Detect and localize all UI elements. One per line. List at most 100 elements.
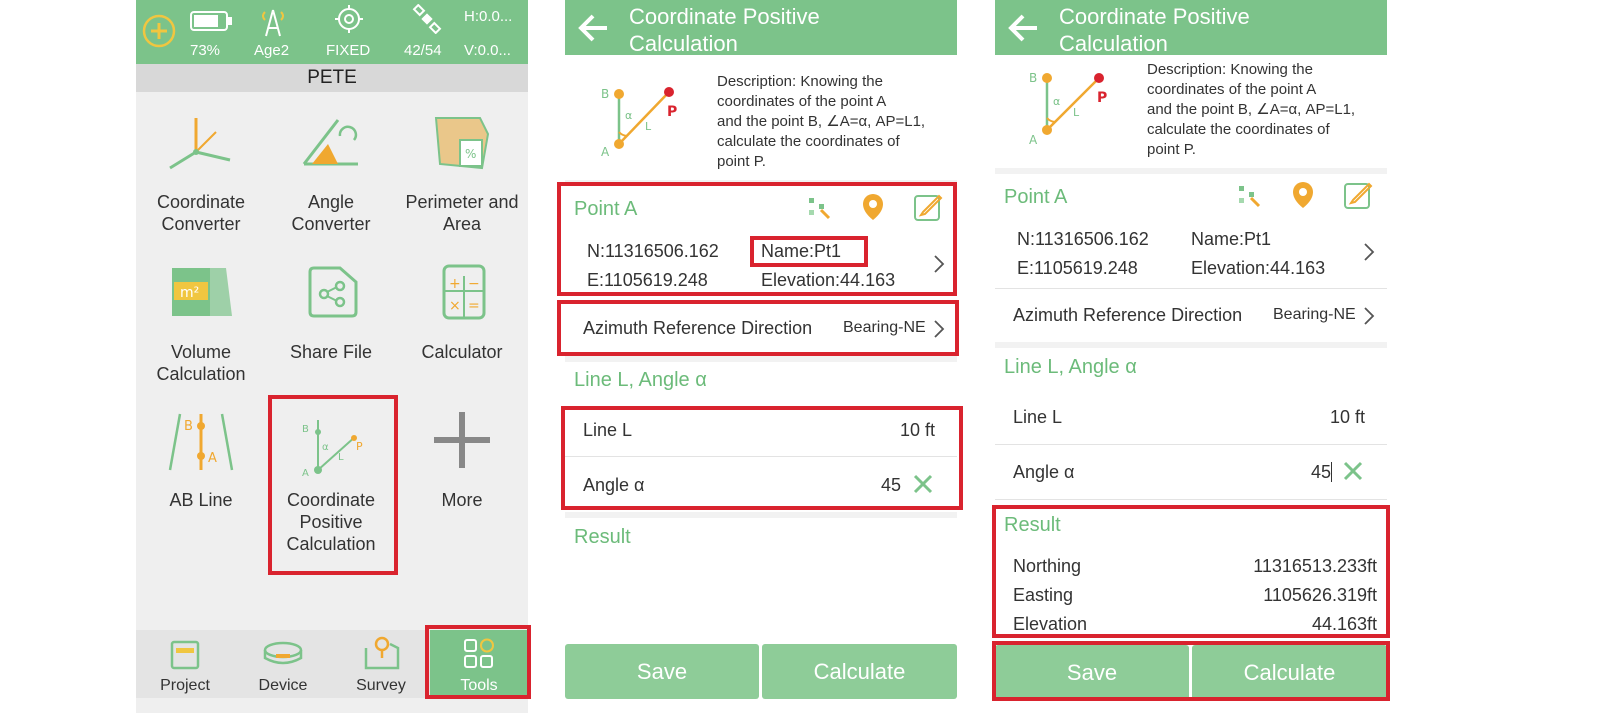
device-icon	[262, 640, 304, 673]
highlight-azimuth	[557, 300, 959, 356]
satellite-count: 42/54	[404, 42, 442, 59]
angle-value: 45	[1311, 462, 1332, 482]
northing-value: N:11316506.162	[1017, 229, 1149, 249]
diagram-a-label: A	[1029, 133, 1038, 147]
title-line2: Calculation	[629, 31, 738, 56]
title-line1: Coordinate Positive	[629, 4, 820, 29]
nav-label: Project	[160, 677, 210, 694]
perimeter-area-icon: %	[432, 114, 492, 177]
diagram-b-label: B	[1029, 71, 1037, 85]
diagram-b-label: B	[601, 87, 609, 101]
diagram-l-label: L	[1073, 106, 1080, 119]
calculate-button[interactable]: Calculate	[762, 644, 957, 699]
angle-row[interactable]: Angle α 45	[995, 447, 1387, 497]
description-line: coordinates of the point A	[1147, 81, 1317, 98]
tool-perimeter-area[interactable]: % Perimeter and Area	[396, 100, 528, 245]
diagram-icon: B A PαL	[1023, 62, 1113, 157]
add-icon[interactable]	[142, 14, 176, 48]
back-arrow-icon[interactable]	[1005, 10, 1041, 51]
calc-screen-result: Coordinate Positive Calculation B A PαL De…	[992, 0, 1390, 713]
diagram-alpha-label: α	[625, 109, 632, 122]
tool-label-line2: Area	[442, 214, 482, 234]
section-gap	[995, 342, 1387, 348]
description-line: point P.	[717, 153, 766, 170]
coordinate-converter-icon	[166, 112, 236, 177]
nav-label: Device	[258, 677, 308, 694]
satellite-icon	[412, 3, 442, 39]
tool-label-line1: AB Line	[169, 490, 233, 510]
description-line: calculate the coordinates of	[1147, 121, 1330, 138]
fixed-target-icon	[334, 4, 364, 39]
diagram-p-label: P	[667, 104, 677, 120]
project-name: PETE	[307, 67, 357, 88]
tool-label-line2: Converter	[291, 214, 371, 234]
tool-more[interactable]: More	[396, 400, 528, 540]
result-label: Result	[574, 526, 631, 548]
battery-icon	[190, 10, 234, 37]
nav-device[interactable]: Device	[234, 630, 332, 698]
antenna-icon	[258, 4, 288, 43]
angle-converter-icon	[298, 114, 364, 175]
calc-screen-input: Coordinate Positive Calculation B A PαL De…	[557, 0, 963, 713]
tool-label-line1: Perimeter and	[405, 192, 519, 212]
back-arrow-icon[interactable]	[575, 10, 611, 51]
azimuth-row[interactable]: Azimuth Reference Direction Bearing-NE	[995, 290, 1387, 340]
line-angle-section-label: Line L, Angle α	[1004, 356, 1137, 378]
svg-text:×: ×	[449, 298, 461, 314]
highlight-tools-tab	[425, 625, 531, 699]
tools-screen: 73% Age2 FIXED 42/54 H:0.0... V:0.0... P…	[136, 0, 531, 713]
elevation-value: Elevation:44.163	[1191, 258, 1326, 278]
svg-text:+: +	[449, 276, 461, 292]
ab-a-label: A	[208, 451, 217, 466]
age-text: Age2	[254, 42, 290, 59]
description-text: Description: Knowing the coordinates of …	[1147, 60, 1355, 160]
tool-volume-calculation[interactable]: m² Volume Calculation	[136, 252, 266, 392]
select-point-icon[interactable]	[1235, 182, 1263, 215]
description-line: calculate the coordinates of	[717, 133, 900, 150]
ab-line-icon: BA	[168, 412, 234, 477]
save-button[interactable]: Save	[565, 644, 759, 699]
nav-project[interactable]: Project	[136, 630, 234, 698]
description-line: Description: Knowing the	[717, 73, 883, 90]
edit-icon[interactable]	[1343, 180, 1373, 215]
svg-text:−: −	[468, 276, 480, 292]
tool-coordinate-converter[interactable]: Coordinate Converter	[136, 100, 266, 245]
tool-label-line2: Converter	[161, 214, 241, 234]
battery-percent: 73%	[190, 42, 221, 59]
nav-survey[interactable]: Survey	[332, 630, 430, 698]
diagram-p-label: P	[1097, 90, 1107, 106]
project-name-bar: PETE	[136, 64, 528, 92]
status-bar: 73% Age2 FIXED 42/54 H:0.0... V:0.0...	[136, 0, 528, 64]
tool-angle-converter[interactable]: Angle Converter	[266, 100, 396, 245]
title-line2: Calculation	[1059, 31, 1168, 56]
line-angle-section-label: Line L, Angle α	[574, 369, 707, 391]
title-bar: Coordinate Positive Calculation	[565, 0, 957, 56]
tool-label-line1: Volume	[170, 342, 232, 362]
location-pin-icon[interactable]	[1291, 180, 1315, 215]
highlight-coordinate-positive	[268, 395, 398, 575]
section-gap	[565, 356, 957, 362]
line-l-row[interactable]: Line L 10 ft	[995, 395, 1387, 443]
fix-status: FIXED	[326, 42, 371, 59]
divider	[995, 444, 1387, 445]
angle-label: Angle α	[1013, 462, 1075, 482]
tool-share-file[interactable]: Share File	[266, 252, 396, 392]
azimuth-value: Bearing-NE	[1273, 306, 1356, 323]
easting-value: E:1105619.248	[1017, 258, 1138, 278]
line-l-value: 10 ft	[1329, 407, 1365, 427]
description-text: Description: Knowing the coordinates of …	[717, 72, 925, 172]
description-line: and the point B, ∠A=α, AP=L1,	[1147, 101, 1356, 118]
chevron-right-icon[interactable]	[1363, 242, 1375, 267]
tool-label-line1: Coordinate	[156, 192, 246, 212]
clear-x-icon[interactable]	[1343, 461, 1363, 486]
diagram-l-label: L	[645, 120, 652, 133]
tool-calculator[interactable]: + − × = Calculator	[396, 252, 528, 392]
tool-label-line2: Calculation	[156, 364, 246, 384]
ab-b-label: B	[184, 419, 193, 434]
tool-ab-line[interactable]: BA AB Line	[136, 400, 266, 540]
calculator-icon: + − × =	[442, 264, 486, 325]
section-gap	[565, 512, 957, 518]
highlight-line-angle	[561, 406, 963, 510]
section-gap	[995, 168, 1387, 174]
title-bar: Coordinate Positive Calculation	[995, 0, 1387, 56]
